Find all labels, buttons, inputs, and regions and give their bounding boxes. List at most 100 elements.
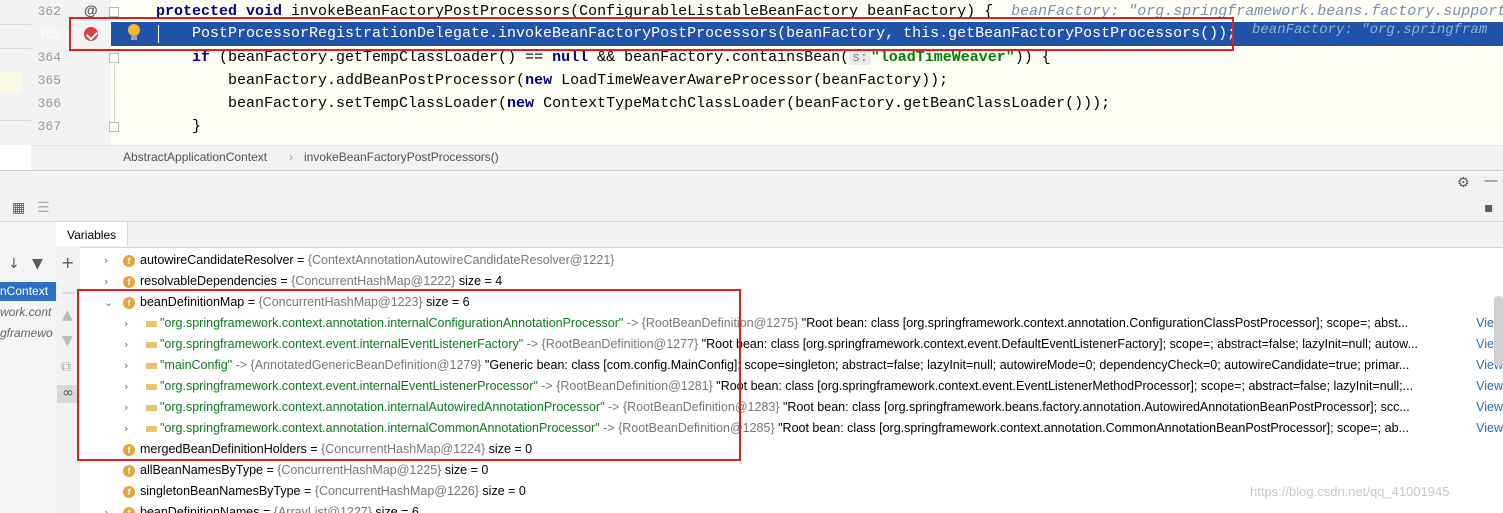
frame-item[interactable]: nContext [0, 282, 56, 301]
variable-value: {ArrayList@1227} [273, 505, 372, 513]
fold-icon[interactable] [109, 7, 119, 17]
variable-text: singletonBeanNamesByType = {ConcurrentHa… [140, 481, 526, 502]
code-text: && beanFactory.containsBean( [588, 49, 850, 66]
variable-name: singletonBeanNamesByType [140, 484, 301, 498]
value-description: "Root bean: class [org.springframework.c… [774, 421, 1409, 435]
variable-row[interactable]: f allBeanNamesByType = {ConcurrentHashMap… [80, 460, 1503, 481]
line-number: 362 [37, 4, 61, 19]
annotation-highlight-box [77, 289, 741, 461]
code-line-365[interactable]: beanFactory.addBeanPostProcessor(new Loa… [228, 69, 948, 92]
table-view-icon[interactable]: ▦ [12, 200, 25, 216]
breadcrumb-separator: › [289, 150, 293, 164]
variable-text: autowireCandidateResolver = {ContextAnno… [140, 250, 614, 271]
code-text: (beanFactory.getTempClassLoader() == [219, 49, 553, 66]
field-icon: f [123, 486, 135, 498]
editor-left-pane [0, 0, 32, 145]
field-icon: f [123, 255, 135, 267]
variable-value: {ConcurrentHashMap@1222} [291, 274, 456, 288]
breadcrumb: AbstractApplicationContext › invokeBeanF… [31, 145, 1503, 170]
code-keyword: new [507, 95, 544, 112]
minimize-icon[interactable]: — [1484, 173, 1498, 189]
variable-row[interactable]: › f autowireCandidateResolver = {ContextAn… [80, 250, 1503, 271]
copy-icon[interactable]: ⧉ [61, 359, 71, 375]
expand-arrow-icon[interactable]: › [104, 502, 114, 513]
layout-icon[interactable]: ☰ [37, 200, 50, 216]
debug-panel-header: ⚙ — [0, 170, 1503, 196]
line-number: 366 [37, 96, 61, 111]
variable-value: {ConcurrentHashMap@1226} [314, 484, 479, 498]
variable-name: resolvableDependencies [140, 274, 277, 288]
line-number: 367 [37, 119, 61, 134]
glasses-icon[interactable]: ∞ [57, 385, 79, 403]
equals-sign: = [300, 484, 315, 498]
code-text: beanFactory.setTempClassLoader( [228, 95, 508, 112]
up-icon[interactable]: ▲ [62, 307, 73, 323]
scrollbar[interactable] [1494, 296, 1503, 366]
gear-icon[interactable]: ⚙ [1457, 175, 1470, 191]
view-link[interactable]: View [1470, 418, 1503, 439]
string-literal: "loadTimeWeaver" [870, 49, 1015, 66]
breadcrumb-class[interactable]: AbstractApplicationContext [123, 146, 267, 169]
filter-icon[interactable]: ▼ [32, 256, 43, 272]
field-icon: f [123, 276, 135, 288]
inline-debug-value: beanFactory: "org.springfram [1252, 22, 1488, 38]
value-description: "Root bean: class [org.springframework.c… [798, 316, 1409, 330]
tab-variables[interactable]: Variables [56, 222, 129, 246]
pane-divider [0, 120, 31, 121]
code-text: ContextTypeMatchClassLoader(beanFactory.… [543, 95, 1111, 112]
variable-row[interactable]: › f beanDefinitionNames = {ArrayList@1227}… [80, 502, 1503, 513]
annotation-highlight-box [69, 17, 1234, 51]
view-link[interactable]: View [1470, 397, 1503, 418]
code-editor[interactable]: @ 362 363 364 365 366 367 protected void… [0, 0, 1503, 145]
parameter-hint: s: [849, 50, 871, 65]
variable-text: beanDefinitionNames = {ArrayList@1227} s… [140, 502, 419, 513]
pane-divider [0, 48, 31, 49]
down-icon[interactable]: ▼ [62, 333, 73, 349]
line-number: 365 [37, 73, 61, 88]
code-text: beanFactory.addBeanPostProcessor( [228, 72, 526, 89]
frame-item[interactable]: gframewo [0, 324, 56, 343]
debug-toolbar: ▦ ☰ ▪ [0, 195, 1503, 222]
view-link[interactable]: View [1470, 376, 1503, 397]
fold-guide [114, 62, 115, 122]
variable-size: size = 0 [441, 463, 489, 477]
more-icon[interactable]: ▪ [1484, 200, 1494, 216]
line-number: 363 [37, 27, 61, 42]
variable-text: allBeanNamesByType = {ConcurrentHashMap@… [140, 460, 488, 481]
variable-name: beanDefinitionNames [140, 505, 260, 513]
code-text: )) { [1014, 49, 1051, 66]
variable-size: size = 4 [455, 274, 503, 288]
arrow-down-icon[interactable]: ↓ [8, 256, 20, 272]
minus-icon[interactable]: — [62, 285, 76, 301]
variable-value: {ContextAnnotationAutowireCandidateResol… [307, 253, 615, 267]
value-description: "Root bean: class [org.springframework.c… [698, 337, 1418, 351]
variable-value: {ConcurrentHashMap@1225} [277, 463, 442, 477]
fold-icon[interactable] [109, 122, 119, 132]
override-annotation-icon[interactable]: @ [84, 2, 98, 18]
equals-sign: = [262, 463, 278, 477]
equals-sign: = [259, 505, 274, 513]
value-description: "Root bean: class [org.springframework.c… [712, 379, 1414, 393]
equals-sign: = [293, 253, 308, 267]
variable-size: size = 0 [478, 484, 526, 498]
variable-name: autowireCandidateResolver [140, 253, 294, 267]
code-line-367[interactable]: } [192, 115, 201, 138]
watermark: https://blog.csdn.net/qq_41001945 [1250, 484, 1450, 499]
field-icon: f [123, 465, 135, 477]
debug-tabs: Variables [56, 222, 1503, 248]
frame-item[interactable]: work.cont [0, 303, 56, 322]
add-icon[interactable]: + [61, 255, 74, 271]
value-description: "Root bean: class [org.springframework.b… [779, 400, 1410, 414]
pane-divider [0, 24, 31, 25]
variable-size: size = 6 [371, 505, 419, 513]
code-line-366[interactable]: beanFactory.setTempClassLoader(new Conte… [228, 92, 1110, 115]
frames-list[interactable]: ↓ ▼ nContext work.cont gframewo [0, 222, 57, 513]
equals-sign: = [276, 274, 292, 288]
code-text: LoadTimeWeaverAwareProcessor(beanFactory… [561, 72, 949, 89]
breadcrumb-method[interactable]: invokeBeanFactoryPostProcessors() [304, 146, 499, 169]
code-keyword: null [552, 49, 589, 66]
field-icon: f [123, 507, 135, 513]
variable-name: allBeanNamesByType [140, 463, 263, 477]
code-keyword: new [525, 72, 562, 89]
expand-arrow-icon[interactable]: › [104, 250, 114, 271]
